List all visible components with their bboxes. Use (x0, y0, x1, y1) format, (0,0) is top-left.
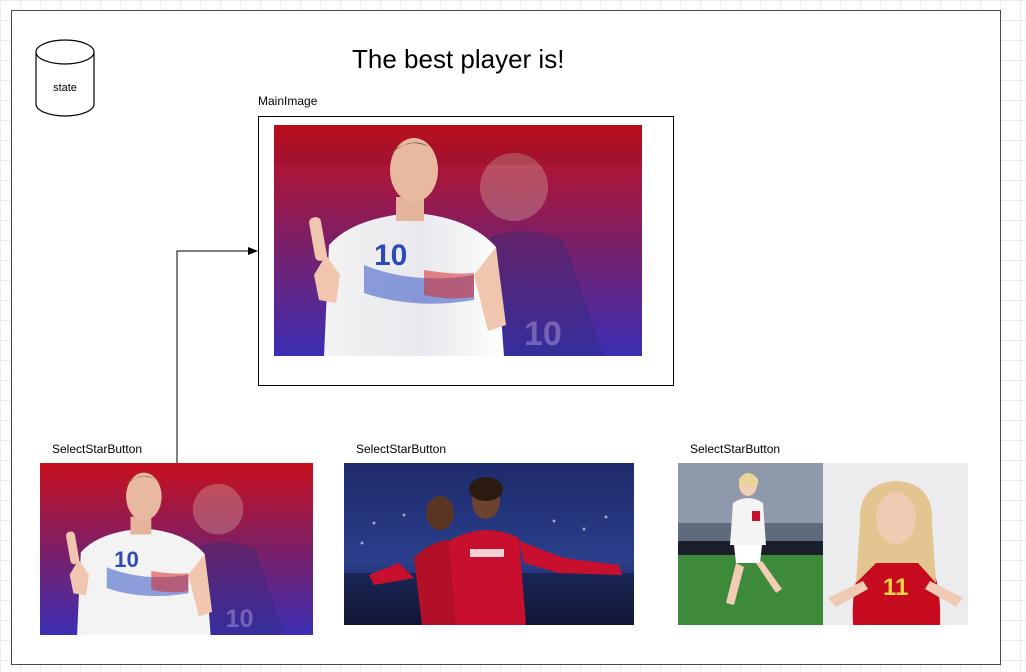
state-label: state (53, 82, 77, 94)
database-cylinder-icon (35, 39, 95, 117)
svg-text:10: 10 (114, 547, 139, 572)
main-image-label: MainImage (258, 94, 318, 108)
select-star-button-zidane[interactable]: 10 10 (40, 463, 313, 635)
svg-text:11: 11 (883, 574, 908, 601)
select-star-button-salah[interactable] (344, 463, 634, 625)
select-star-button-label: SelectStarButton (690, 442, 781, 456)
svg-text:10: 10 (225, 605, 253, 633)
select-star-button-women[interactable]: 11 (678, 463, 968, 625)
zidane-photo: 10 10 (274, 125, 642, 356)
page-title: The best player is! (352, 44, 565, 74)
salah-thumbnail (344, 463, 634, 625)
svg-text:10: 10 (374, 239, 407, 272)
women-players-thumbnail: 11 (678, 463, 968, 625)
zidane-thumbnail: 10 10 (40, 463, 313, 635)
main-image: 10 10 (274, 125, 642, 356)
svg-text:10: 10 (524, 315, 562, 353)
select-star-button-label: SelectStarButton (356, 442, 447, 456)
select-star-button-label: SelectStarButton (52, 442, 143, 456)
